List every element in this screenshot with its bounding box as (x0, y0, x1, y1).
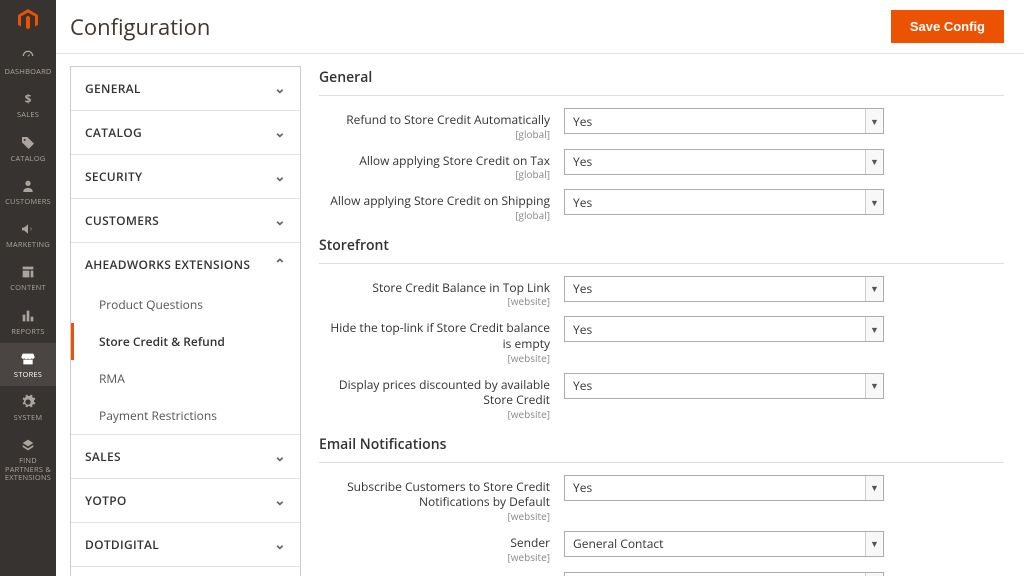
config-sub-payment-restrictions[interactable]: Payment Restrictions (71, 397, 300, 434)
config-section-sales[interactable]: SALES⌄ (71, 435, 300, 478)
field-label: Store Credit Balance in Top Link[website… (319, 276, 564, 309)
form-area: General Refund to Store Credit Automatic… (301, 54, 1024, 576)
partners-icon (19, 436, 37, 454)
content-icon (19, 263, 37, 281)
field-label: Display prices discounted by available S… (319, 373, 564, 421)
config-sub-store-credit[interactable]: Store Credit & Refund (71, 323, 300, 360)
fieldset-title: General (319, 68, 1004, 96)
nav-label: SALES (17, 111, 39, 119)
config-section-catalog[interactable]: CATALOG⌄ (71, 111, 300, 154)
field-label: Subscribe Customers to Store Credit Noti… (319, 475, 564, 523)
dropdown-arrow-icon: ▼ (865, 374, 883, 398)
nav-catalog[interactable]: CATALOG (0, 127, 56, 170)
config-section-security[interactable]: SECURITY⌄ (71, 155, 300, 198)
field-label: Sender[website] (319, 531, 564, 564)
chevron-down-icon: ⌄ (274, 167, 286, 186)
nav-label: SYSTEM (14, 414, 43, 422)
nav-reports[interactable]: REPORTS (0, 300, 56, 343)
select-display-discounted[interactable]: Yes▼ (564, 373, 884, 399)
dropdown-arrow-icon: ▼ (865, 532, 883, 556)
dropdown-arrow-icon: ▼ (865, 190, 883, 214)
config-sub-product-questions[interactable]: Product Questions (71, 286, 300, 323)
fieldset-email: Email Notifications Subscribe Customers … (319, 435, 1004, 576)
config-section-general[interactable]: GENERAL⌄ (71, 67, 300, 110)
dropdown-arrow-icon: ▼ (865, 317, 883, 341)
magento-logo[interactable] (0, 0, 56, 40)
chevron-down-icon: ⌄ (274, 123, 286, 142)
svg-text:$: $ (25, 91, 32, 107)
dropdown-arrow-icon: ▼ (865, 150, 883, 174)
config-section-aheadworks[interactable]: AHEADWORKS EXTENSIONS⌃ (71, 243, 300, 286)
stores-icon (19, 350, 37, 368)
magento-logo-icon (16, 8, 40, 32)
fieldset-title: Storefront (319, 236, 1004, 264)
nav-stores[interactable]: STORES (0, 343, 56, 386)
nav-customers[interactable]: CUSTOMERS (0, 170, 56, 213)
nav-label: CUSTOMERS (5, 198, 51, 206)
chevron-down-icon: ⌄ (274, 79, 286, 98)
nav-label: CATALOG (11, 155, 46, 163)
config-sub-rma[interactable]: RMA (71, 360, 300, 397)
fieldset-storefront: Storefront Store Credit Balance in Top L… (319, 236, 1004, 421)
dropdown-arrow-icon: ▼ (865, 277, 883, 301)
config-nav: GENERAL⌄ CATALOG⌄ SECURITY⌄ CUSTOMERS⌄ A… (56, 54, 301, 576)
field-label: Balance Update Template[store view] (319, 572, 564, 576)
nav-partners[interactable]: FIND PARTNERS & EXTENSIONS (0, 429, 56, 489)
dollar-icon: $ (19, 90, 37, 108)
topbar: Configuration Save Config (56, 0, 1024, 54)
config-section-customers[interactable]: CUSTOMERS⌄ (71, 199, 300, 242)
select-refund-auto[interactable]: Yes▼ (564, 108, 884, 134)
select-hide-empty[interactable]: Yes▼ (564, 316, 884, 342)
field-label: Allow applying Store Credit on Tax[globa… (319, 149, 564, 182)
tag-icon (19, 134, 37, 152)
nav-label: MARKETING (6, 241, 50, 249)
select-top-link[interactable]: Yes▼ (564, 276, 884, 302)
gear-icon (19, 393, 37, 411)
chevron-up-icon: ⌃ (274, 255, 286, 274)
nav-label: DASHBOARD (4, 68, 51, 76)
nav-label: REPORTS (11, 328, 44, 336)
field-label: Hide the top-link if Store Credit balanc… (319, 316, 564, 364)
page-title: Configuration (70, 12, 210, 42)
select-apply-shipping[interactable]: Yes▼ (564, 189, 884, 215)
fieldset-general: General Refund to Store Credit Automatic… (319, 68, 1004, 222)
config-section-dotdigital[interactable]: DOTDIGITAL⌄ (71, 523, 300, 566)
main-sidebar: DASHBOARD $ SALES CATALOG CUSTOMERS MARK… (0, 0, 56, 576)
nav-label: FIND PARTNERS & EXTENSIONS (2, 457, 54, 482)
dropdown-arrow-icon: ▼ (865, 476, 883, 500)
select-sender[interactable]: General Contact▼ (564, 531, 884, 557)
dropdown-arrow-icon: ▼ (865, 109, 883, 133)
fieldset-title: Email Notifications (319, 435, 1004, 463)
select-template[interactable]: Balance update (Default)▼ (564, 572, 884, 576)
chevron-down-icon: ⌄ (274, 211, 286, 230)
config-section-services[interactable]: SERVICES⌄ (71, 567, 300, 576)
nav-marketing[interactable]: MARKETING (0, 213, 56, 256)
select-apply-tax[interactable]: Yes▼ (564, 149, 884, 175)
chevron-down-icon: ⌄ (274, 491, 286, 510)
nav-label: STORES (14, 371, 42, 379)
chevron-down-icon: ⌄ (274, 535, 286, 554)
nav-dashboard[interactable]: DASHBOARD (0, 40, 56, 83)
dashboard-icon (19, 47, 37, 65)
chevron-down-icon: ⌄ (274, 447, 286, 466)
nav-sales[interactable]: $ SALES (0, 83, 56, 126)
person-icon (19, 177, 37, 195)
dropdown-arrow-icon: ▼ (865, 573, 883, 576)
field-label: Refund to Store Credit Automatically[glo… (319, 108, 564, 141)
config-section-yotpo[interactable]: YOTPO⌄ (71, 479, 300, 522)
nav-content[interactable]: CONTENT (0, 256, 56, 299)
field-label: Allow applying Store Credit on Shipping[… (319, 189, 564, 222)
megaphone-icon (19, 220, 37, 238)
nav-label: CONTENT (10, 284, 46, 292)
chart-icon (19, 307, 37, 325)
save-config-button[interactable]: Save Config (891, 10, 1004, 43)
select-subscribe-default[interactable]: Yes▼ (564, 475, 884, 501)
nav-system[interactable]: SYSTEM (0, 386, 56, 429)
